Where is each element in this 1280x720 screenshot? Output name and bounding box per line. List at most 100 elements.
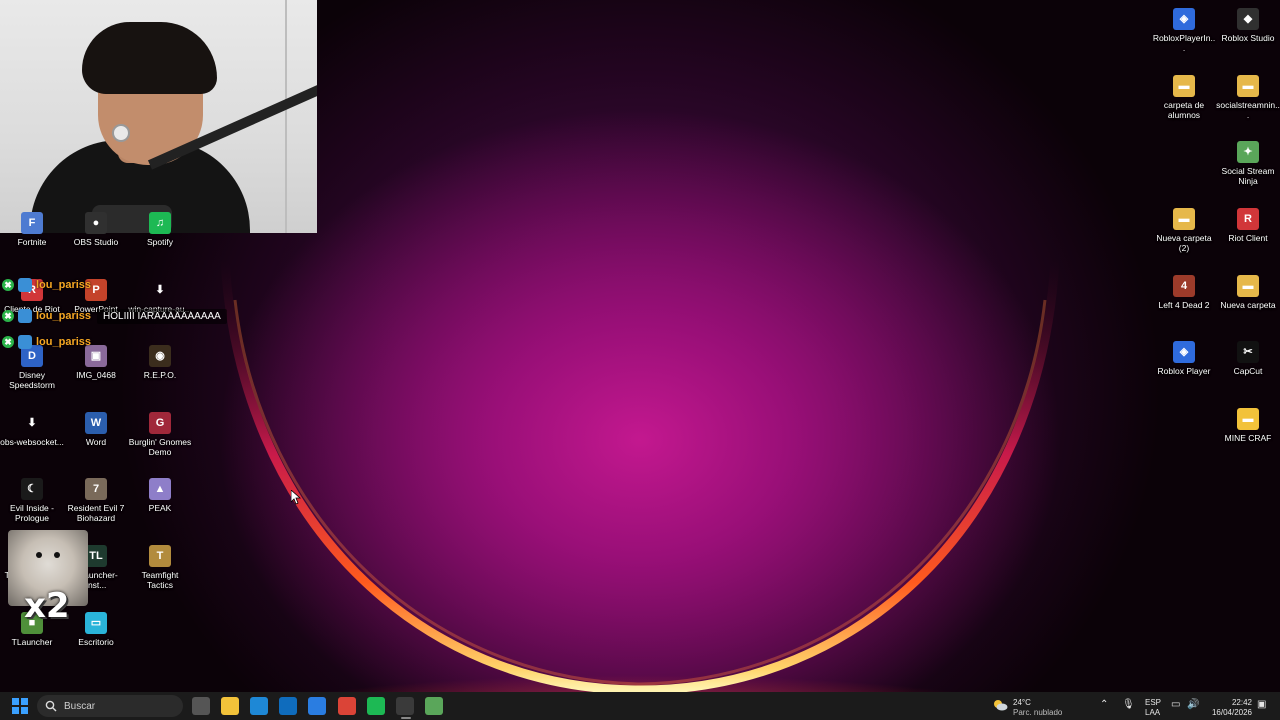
desktop-icon-label: OBS Studio [73,237,119,247]
desktop-icon-label: Nueva carpeta (2) [1156,233,1212,253]
fortnite-icon: F [21,212,43,234]
desktop-icon-label: Teamfight Tactics [141,570,179,590]
evil-inside-prologue-icon: ☾ [21,478,43,500]
desktop-icon-riot-client[interactable]: R Riot Client [1216,208,1280,243]
desktop-icon-left-4-dead-2[interactable]: 4 Left 4 Dead 2 [1152,275,1216,310]
desktop-icon-label: Fortnite [17,237,47,247]
taskbar-task-view-icon[interactable] [192,697,210,715]
desktop-icon-evil-inside-prologue[interactable]: ☾ Evil Inside - Prologue [0,478,64,523]
desktop-icon-peak[interactable]: ▲ PEAK [128,478,192,513]
mine-craf-icon: ▬ [1237,408,1259,430]
chevron-up-icon[interactable]: ⌃ [1100,699,1108,710]
taskbar-chrome-icon[interactable] [338,697,356,715]
taskbar-spotify-icon[interactable] [367,697,385,715]
desktop-icon-teamfight-tactics[interactable]: T Teamfight Tactics [128,545,192,590]
chat-badge-icon: ✖ [2,279,14,291]
desktop-icon-label: Resident Evil 7 Biohazard [67,503,125,523]
desktop-icon-label: R.E.P.O. [143,370,177,380]
desktop-icon-obs-websocket[interactable]: ⬇ obs-websocket... [0,412,64,447]
microphone-icon[interactable]: 🎙 [1122,699,1135,710]
taskbar-obs-icon[interactable] [396,697,414,715]
webcam-wall [285,0,287,233]
spotify-icon: ♫ [149,212,171,234]
desktop-icon-label: MINE CRAF [1224,433,1272,443]
weather-desc[interactable]: Parc. nublado [1013,708,1062,717]
desktop-icon-fortnite[interactable]: F Fortnite [0,212,64,247]
chat-line: ✖ lou_pariss [2,276,91,294]
keyboard-layout[interactable]: LAA [1145,708,1160,717]
desktop-icon-label: Riot Client [1228,233,1268,243]
desktop-icon-roblox-player[interactable]: ◈ Roblox Player [1152,341,1216,376]
taskbar-outlook-icon[interactable] [279,697,297,715]
desktop-icon-resident-evil-7-biohazard[interactable]: 7 Resident Evil 7 Biohazard [64,478,128,523]
capcut-icon: ✂ [1237,341,1259,363]
teamfight-tactics-icon: T [149,545,171,567]
chat-badge-icon: ✖ [2,310,14,322]
desktop-icon-label: Escritorio [78,637,114,647]
weather-icon[interactable] [992,698,1008,712]
win-capture-au-icon: ⬇ [155,284,165,296]
search-icon [45,700,57,712]
robloxplayerin-icon: ◈ [1173,8,1195,30]
desktop-icon-label: Evil Inside - Prologue [10,503,54,523]
escritorio-icon: ▭ [85,612,107,634]
taskbar-social-stream-ninja-icon[interactable] [425,697,443,715]
social-stream-ninja-icon: ✦ [1237,141,1259,163]
desktop-icon-label: Roblox Studio [1221,33,1275,43]
desktop-icon-label: Burglin' Gnomes Demo [128,437,192,457]
chat-username: lou_pariss [36,336,92,348]
desktop-icon-socialstreamnin[interactable]: ▬ socialstreamnin... [1216,75,1280,120]
desktop-icon-capcut[interactable]: ✂ CapCut [1216,341,1280,376]
desktop-icon-obs-studio[interactable]: ● OBS Studio [64,212,128,247]
clock-time[interactable]: 22:42 [1214,698,1252,707]
desktop-icon-robloxplayerin[interactable]: ◈ RobloxPlayerIn... [1152,8,1216,53]
left-4-dead-2-icon: 4 [1173,275,1195,297]
desktop-icon-carpeta-de-alumnos[interactable]: ▬ carpeta de alumnos [1152,75,1216,120]
desktop-icon-burglin-gnomes-demo[interactable]: G Burglin' Gnomes Demo [128,412,192,457]
desktop-icon-word[interactable]: W Word [64,412,128,447]
burglin-gnomes-demo-icon: G [149,412,171,434]
desktop-icon-nueva-carpeta[interactable]: ▬ Nueva carpeta [1216,275,1280,310]
webcam-overlay [0,0,317,233]
start-button[interactable] [12,698,28,714]
desktop-icon-label: Word [85,437,107,447]
hamster-eye [36,552,42,558]
desktop-icon-r-e-p-o[interactable]: ◉ R.E.P.O. [128,345,192,380]
nueva-carpeta-2-icon: ▬ [1173,208,1195,230]
webcam-person-hair [82,22,217,94]
desktop-icon-disney-speedstorm[interactable]: D Disney Speedstorm [0,345,64,390]
desktop-icon-label: Left 4 Dead 2 [1158,300,1210,310]
chat-avatar-icon [18,335,32,349]
active-app-indicator [401,717,411,719]
notifications-icon[interactable]: ▣ [1257,699,1266,710]
desktop-icon-label: carpeta de alumnos [1163,100,1205,120]
network-icon[interactable]: ▭ [1171,699,1180,710]
desktop-icon-label: CapCut [1233,366,1263,376]
desktop-icon-label: RobloxPlayerIn... [1152,33,1216,53]
language-indicator[interactable]: ESP [1145,698,1161,707]
desktop-icon-label: Social Stream Ninja [1221,166,1275,186]
desktop-icon-roblox-studio[interactable]: ◆ Roblox Studio [1216,8,1280,43]
desktop-icon-label: Disney Speedstorm [9,370,55,390]
taskbar-store-icon[interactable] [308,697,326,715]
desktop-icon-label: PEAK [148,503,172,513]
desktop-icon-label: obs-websocket... [0,437,64,447]
desktop-icon-social-stream-ninja[interactable]: ✦ Social Stream Ninja [1216,141,1280,186]
taskbar-file-explorer-icon[interactable] [221,697,239,715]
socialstreamnin-icon: ▬ [1237,75,1259,97]
desktop-icon-nueva-carpeta-2[interactable]: ▬ Nueva carpeta (2) [1152,208,1216,253]
taskbar-edge-icon[interactable] [250,697,268,715]
desktop-icon-spotify[interactable]: ♫ Spotify [128,212,192,247]
obs-studio-icon: ● [85,212,107,234]
taskbar: Buscar 24°C Parc. nublado ⌃ 🎙 ESP LAA ▭ … [0,692,1280,720]
riot-client-icon: R [1237,208,1259,230]
taskbar-search[interactable]: Buscar [37,695,183,717]
resident-evil-7-biohazard-icon: 7 [85,478,107,500]
peak-icon: ▲ [149,478,171,500]
desktop-icon-mine-craf[interactable]: ▬ MINE CRAF [1216,408,1280,443]
weather-temp[interactable]: 24°C [1013,698,1031,707]
desktop-icon-escritorio[interactable]: ▭ Escritorio [64,612,128,647]
clock-date[interactable]: 16/04/2026 [1208,708,1252,717]
volume-icon[interactable]: 🔊 [1187,699,1199,710]
chat-avatar-icon [18,278,32,292]
